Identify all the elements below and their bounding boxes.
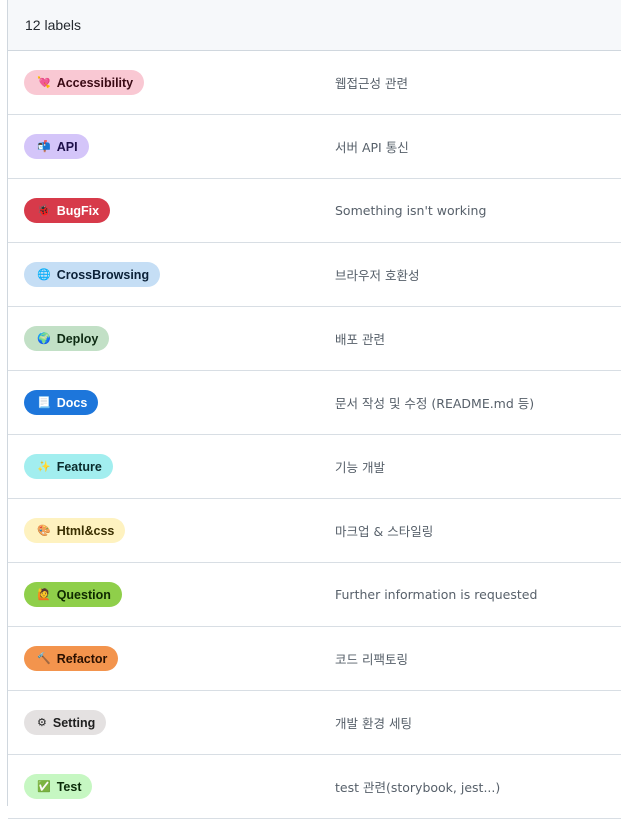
labels-header: 12 labels bbox=[8, 0, 621, 51]
label-row: 🙋 Question Further information is requeste… bbox=[8, 563, 621, 627]
labels-panel: 12 labels 💘 Accessibility 웹접근성 관련 📬 API 서버 AP… bbox=[7, 0, 621, 819]
label-name: Feature bbox=[56, 459, 102, 474]
label-description: 서버 API 통신 bbox=[335, 140, 409, 155]
label-row: 🐞 BugFix Something isn't working bbox=[8, 179, 621, 243]
label-name: Test bbox=[56, 779, 82, 794]
label-row: 📃 Docs 문서 작성 및 수정 (README.md 등) bbox=[8, 371, 621, 435]
label-description: 마크업 & 스타일링 bbox=[335, 524, 434, 539]
label-description: 웹접근성 관련 bbox=[335, 76, 408, 91]
label-description: 개발 환경 세팅 bbox=[335, 716, 412, 731]
label-pill[interactable]: 🌐 CrossBrowsing bbox=[24, 262, 161, 287]
label-name: CrossBrowsing bbox=[56, 267, 150, 282]
label-pill[interactable]: 💘 Accessibility bbox=[24, 70, 145, 95]
label-pill[interactable]: ⚙ Setting bbox=[24, 710, 107, 735]
labels-list: 💘 Accessibility 웹접근성 관련 📬 API 서버 API 통신 🐞 BugFi… bbox=[8, 51, 621, 819]
label-row: ⚙ Setting 개발 환경 세팅 bbox=[8, 691, 621, 755]
label-name: Question bbox=[56, 587, 111, 602]
label-description: 브라우저 호환성 bbox=[335, 268, 420, 283]
mailbox-icon: 📬 bbox=[37, 140, 51, 153]
label-name: Setting bbox=[52, 715, 96, 730]
hammer-icon: 🔨 bbox=[37, 652, 51, 665]
heart-icon: 💘 bbox=[37, 76, 51, 89]
computer-icon: 🌐 bbox=[37, 268, 51, 281]
label-row: 🎨 Html&css 마크업 & 스타일링 bbox=[8, 499, 621, 563]
label-name: API bbox=[56, 139, 78, 154]
label-row: 📬 API 서버 API 통신 bbox=[8, 115, 621, 179]
label-description: 문서 작성 및 수정 (README.md 등) bbox=[335, 396, 535, 411]
label-row: 💘 Accessibility 웹접근성 관련 bbox=[8, 51, 621, 115]
globe-icon: 🌍 bbox=[37, 332, 51, 345]
label-row: ✅ Test test 관련(storybook, jest...) bbox=[8, 755, 621, 819]
checkmark-icon: ✅ bbox=[37, 780, 51, 793]
palette-icon: 🎨 bbox=[37, 524, 51, 537]
raising-hand-icon: 🙋 bbox=[37, 588, 51, 601]
label-pill[interactable]: 🎨 Html&css bbox=[24, 518, 126, 543]
label-row: 🌍 Deploy 배포 관련 bbox=[8, 307, 621, 371]
sparkles-icon: ✨ bbox=[37, 460, 51, 473]
label-description: Something isn't working bbox=[335, 203, 487, 218]
label-name: Html&css bbox=[56, 523, 115, 538]
label-name: Docs bbox=[56, 395, 88, 410]
label-pill[interactable]: 🔨 Refactor bbox=[24, 646, 119, 671]
label-description: 배포 관련 bbox=[335, 332, 385, 347]
label-description: test 관련(storybook, jest...) bbox=[335, 780, 501, 795]
label-row: 🌐 CrossBrowsing 브라우저 호환성 bbox=[8, 243, 621, 307]
label-name: Refactor bbox=[56, 651, 108, 666]
label-name: Deploy bbox=[56, 331, 99, 346]
label-pill[interactable]: 🙋 Question bbox=[24, 582, 122, 607]
label-pill[interactable]: 🐞 BugFix bbox=[24, 198, 111, 223]
label-pill[interactable]: ✨ Feature bbox=[24, 454, 113, 479]
label-name: BugFix bbox=[56, 203, 100, 218]
label-description: Further information is requested bbox=[335, 587, 538, 602]
label-row: ✨ Feature 기능 개발 bbox=[8, 435, 621, 499]
label-description: 코드 리팩토링 bbox=[335, 652, 408, 667]
label-name: Accessibility bbox=[56, 75, 134, 90]
label-row: 🔨 Refactor 코드 리팩토링 bbox=[8, 627, 621, 691]
label-pill[interactable]: 📃 Docs bbox=[24, 390, 99, 415]
gear-icon: ⚙ bbox=[37, 716, 47, 729]
label-pill[interactable]: 📬 API bbox=[24, 134, 89, 159]
label-pill[interactable]: 🌍 Deploy bbox=[24, 326, 110, 351]
label-pill[interactable]: ✅ Test bbox=[24, 774, 93, 799]
document-icon: 📃 bbox=[37, 396, 51, 409]
labels-count: 12 labels bbox=[25, 17, 82, 33]
ladybug-icon: 🐞 bbox=[37, 204, 51, 217]
label-description: 기능 개발 bbox=[335, 460, 385, 475]
